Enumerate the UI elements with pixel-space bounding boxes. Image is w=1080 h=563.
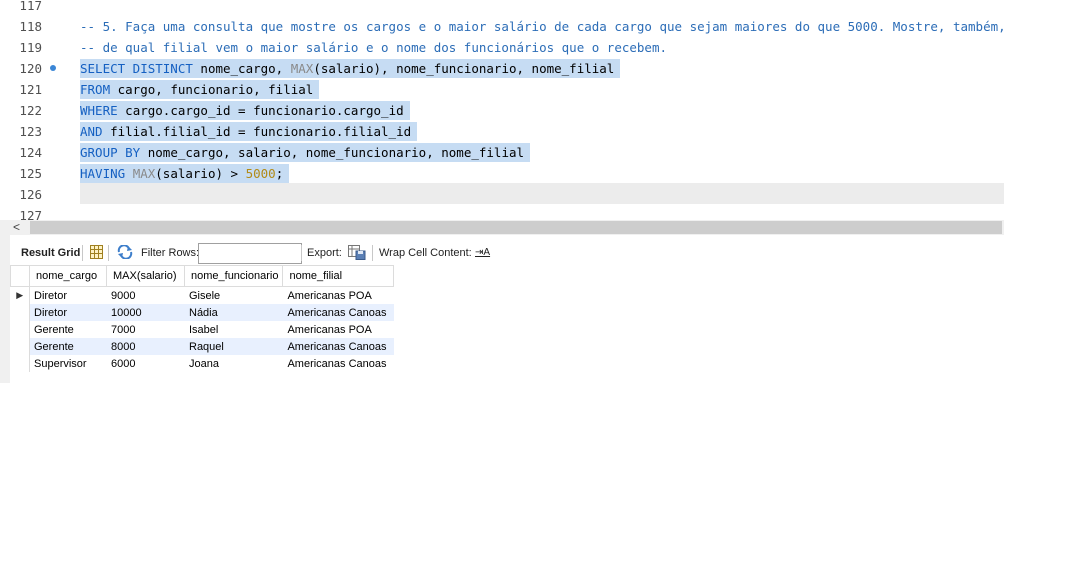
code-text[interactable]: WHERE cargo.cargo_id = funcionario.cargo… (80, 101, 410, 120)
code-line[interactable]: 117 (0, 0, 1004, 16)
row-header[interactable] (10, 321, 30, 338)
cell-nome-filial[interactable]: Americanas Canoas (283, 355, 394, 372)
cell-nome-funcionario[interactable]: Nádia (184, 304, 283, 321)
code-line[interactable]: 125 HAVING MAX(salario) > 5000; (0, 163, 1004, 184)
code-line[interactable]: 122 WHERE cargo.cargo_id = funcionario.ca… (0, 100, 1004, 121)
cell-nome-funcionario[interactable]: Raquel (184, 338, 283, 355)
table-row[interactable]: Gerente 8000 Raquel Americanas Canoas (10, 338, 394, 355)
toolbar-separator (108, 245, 109, 261)
code-line[interactable]: 119 -- de qual filial vem o maior salário… (0, 37, 1004, 58)
row-header-corner (10, 265, 30, 287)
grid-header-row: nome_cargo MAX(salario) nome_funcionario… (10, 265, 395, 287)
row-header[interactable] (10, 338, 30, 355)
toolbar-separator (301, 245, 302, 261)
column-header-nome-filial[interactable]: nome_filial (282, 265, 395, 287)
line-number: 126 (19, 187, 42, 202)
column-header-nome-funcionario[interactable]: nome_funcionario (183, 265, 284, 287)
table-row[interactable]: ▶ Diretor 9000 Gisele Americanas POA (10, 286, 394, 305)
table-row[interactable]: Gerente 7000 Isabel Americanas POA (10, 321, 394, 338)
column-header-nome-cargo[interactable]: nome_cargo (29, 265, 107, 287)
wrap-cell-content-label: Wrap Cell Content: (379, 247, 472, 259)
cell-max-salario[interactable]: 7000 (107, 321, 185, 338)
line-number: 119 (19, 40, 42, 55)
row-header[interactable] (10, 355, 30, 372)
scroll-left-arrow-icon[interactable]: < (13, 220, 20, 235)
filter-rows-label: Filter Rows: (141, 247, 200, 259)
breakpoint-dot-icon[interactable] (50, 65, 56, 71)
cell-max-salario[interactable]: 6000 (107, 355, 185, 372)
code-line[interactable]: 123 AND filial.filial_id = funcionario.fi… (0, 121, 1004, 142)
refresh-icon[interactable] (116, 244, 134, 263)
line-number: 122 (19, 103, 42, 118)
cell-max-salario[interactable]: 10000 (106, 304, 185, 321)
cell-nome-filial[interactable]: Americanas Canoas (282, 304, 394, 321)
toolbar-separator (82, 245, 83, 261)
cell-nome-funcionario[interactable]: Gisele (185, 287, 283, 305)
current-row-arrow-icon: ▶ (10, 286, 30, 304)
line-number: 124 (19, 145, 42, 160)
result-grid[interactable]: nome_cargo MAX(salario) nome_funcionario… (10, 265, 395, 372)
cell-nome-cargo[interactable]: Diretor (30, 287, 107, 305)
result-toolbar: Result Grid Filter Rows: Export: Wrap Ce… (10, 240, 1004, 266)
code-line[interactable]: 124 GROUP BY nome_cargo, salario, nome_fu… (0, 142, 1004, 163)
column-header-max-salario[interactable]: MAX(salario) (106, 265, 185, 287)
cell-nome-filial[interactable]: Americanas POA (283, 287, 394, 305)
code-line[interactable]: 118 -- 5. Faça uma consulta que mostre os… (0, 16, 1006, 37)
line-number: 117 (19, 0, 42, 13)
sql-editor[interactable]: 117 118 -- 5. Faça uma consulta que mostre… (0, 0, 1006, 223)
cell-max-salario[interactable]: 9000 (107, 287, 185, 305)
row-header[interactable] (10, 304, 30, 321)
code-text[interactable]: HAVING MAX(salario) > 5000; (80, 164, 290, 183)
cell-nome-cargo[interactable]: Diretor (29, 304, 107, 321)
wrap-text-icon[interactable]: ⇥A (475, 246, 490, 260)
code-text[interactable]: -- de qual filial vem o maior salário e … (80, 38, 667, 57)
cell-nome-cargo[interactable]: Gerente (29, 338, 107, 355)
code-text[interactable]: FROM cargo, funcionario, filial (80, 80, 320, 99)
cell-nome-cargo[interactable]: Gerente (30, 321, 107, 338)
table-row[interactable]: Supervisor 6000 Joana Americanas Canoas (10, 355, 394, 372)
code-text[interactable]: GROUP BY nome_cargo, salario, nome_funci… (80, 143, 531, 162)
cell-max-salario[interactable]: 8000 (106, 338, 185, 355)
code-text[interactable]: SELECT DISTINCT nome_cargo, MAX(salario)… (80, 59, 621, 78)
horizontal-scrollbar[interactable]: < (10, 220, 1004, 235)
filter-rows-input[interactable] (198, 243, 302, 264)
cell-nome-filial[interactable]: Americanas Canoas (282, 338, 394, 355)
code-line[interactable]: 121 FROM cargo, funcionario, filial (0, 79, 1004, 100)
export-label: Export: (307, 247, 342, 259)
line-number: 118 (19, 19, 42, 34)
line-number: 120 (19, 61, 42, 76)
code-text[interactable]: AND filial.filial_id = funcionario.filia… (80, 122, 418, 141)
table-row[interactable]: Diretor 10000 Nádia Americanas Canoas (10, 304, 394, 321)
result-grid-tab[interactable]: Result Grid (21, 246, 80, 260)
scrollbar-thumb[interactable] (30, 221, 1002, 234)
line-number: 121 (19, 82, 42, 97)
line-number: 125 (19, 166, 42, 181)
code-line[interactable]: 120 SELECT DISTINCT nome_cargo, MAX(salar… (0, 58, 1004, 79)
grid-view-icon[interactable] (90, 245, 103, 263)
cell-nome-cargo[interactable]: Supervisor (30, 355, 107, 372)
toolbar-separator (372, 245, 373, 261)
cell-nome-funcionario[interactable]: Isabel (185, 321, 283, 338)
code-line[interactable]: 126 (0, 184, 1004, 205)
export-icon[interactable] (348, 245, 366, 264)
code-text[interactable]: -- 5. Faça uma consulta que mostre os ca… (80, 17, 1006, 36)
cell-nome-filial[interactable]: Americanas POA (283, 321, 394, 338)
line-number: 123 (19, 124, 42, 139)
cell-nome-funcionario[interactable]: Joana (185, 355, 283, 372)
